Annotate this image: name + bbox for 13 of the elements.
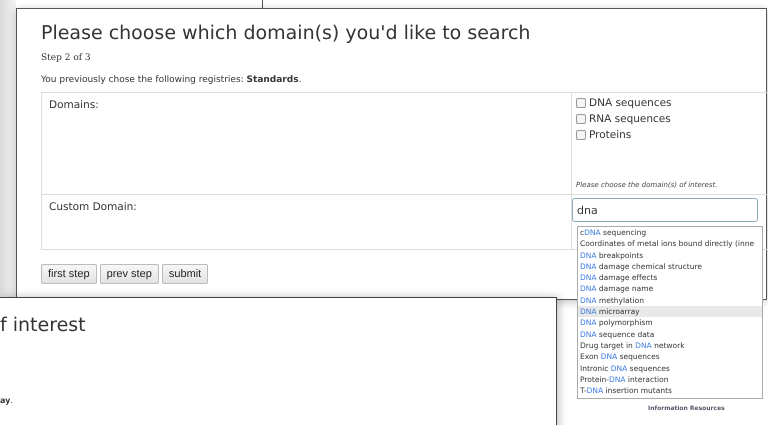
field-label: Domains:: [42, 93, 572, 194]
custom-domain-field[interactable]: dna: [572, 198, 758, 222]
step-text: Step 2 of 3: [41, 53, 92, 63]
form-button[interactable]: prev step: [100, 264, 159, 284]
form-button[interactable]: submit: [162, 264, 208, 284]
dialog-title: Please choose which domain(s) you'd like to search: [41, 21, 532, 46]
note-text: ay.: [0, 396, 14, 405]
dialog-title: f interest: [0, 313, 87, 338]
form-button[interactable]: first step: [41, 264, 97, 284]
checkbox-option[interactable]: DNA sequences: [576, 95, 672, 111]
checkbox-option[interactable]: RNA sequences: [576, 111, 671, 127]
checkbox-option[interactable]: Proteins: [576, 127, 632, 143]
registries-note: You previously chose the following registries: Standards.: [41, 75, 302, 85]
